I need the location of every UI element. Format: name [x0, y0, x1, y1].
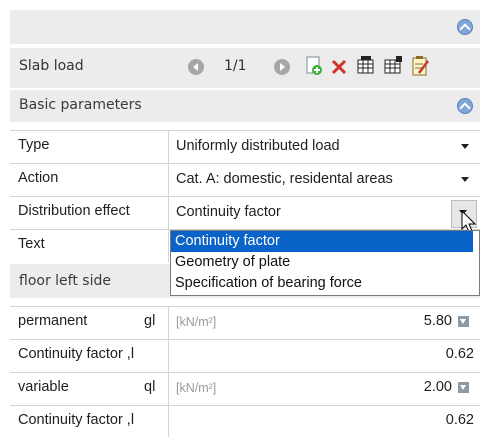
variable-value-input[interactable]: 2.00	[380, 379, 452, 395]
add-icon[interactable]	[304, 56, 324, 76]
chevron-down-icon[interactable]	[461, 144, 469, 149]
collapse-top-icon[interactable]	[457, 19, 473, 35]
divider	[10, 372, 480, 373]
permanent-symbol: gl	[144, 313, 156, 329]
delete-icon[interactable]	[330, 58, 348, 76]
top-header-band	[10, 10, 480, 44]
collapse-basic-icon[interactable]	[457, 98, 473, 114]
basic-parameters-title: Basic parameters	[19, 97, 142, 113]
divider	[10, 196, 480, 197]
prev-icon[interactable]	[187, 58, 205, 76]
table-insert-icon[interactable]	[356, 56, 376, 76]
continuity-factor-value[interactable]: 0.62	[380, 412, 474, 428]
edit-notes-icon[interactable]	[411, 55, 431, 77]
permanent-label: permanent	[18, 313, 88, 329]
dropdown-option[interactable]: Continuity factor	[171, 231, 473, 252]
divider	[10, 405, 480, 406]
distribution-effect-select[interactable]: Continuity factor	[176, 204, 281, 220]
continuity-factor-label: Continuity factor ,l	[18, 412, 135, 428]
distribution-effect-label: Distribution effect	[18, 203, 130, 219]
type-value-select[interactable]: Uniformly distributed load	[176, 138, 340, 154]
variable-unit: [kN/m²]	[176, 381, 217, 395]
next-icon[interactable]	[273, 58, 291, 76]
column-divider	[168, 306, 169, 437]
column-divider	[168, 130, 169, 262]
divider	[10, 163, 480, 164]
floor-left-side-title: floor left side	[19, 273, 111, 289]
dropdown-option[interactable]: Specification of bearing force	[171, 273, 473, 294]
dropdown-option[interactable]: Geometry of plate	[171, 252, 473, 273]
text-label: Text	[18, 236, 45, 252]
spin-down-icon[interactable]	[458, 382, 469, 393]
distribution-effect-dropdown-list: Continuity factor Geometry of plate Spec…	[170, 230, 480, 296]
divider	[10, 130, 480, 131]
spin-down-icon[interactable]	[458, 316, 469, 327]
variable-symbol: ql	[144, 379, 156, 395]
action-label: Action	[18, 170, 59, 186]
divider	[10, 339, 480, 340]
table-append-icon[interactable]	[383, 56, 403, 76]
chevron-down-icon[interactable]	[461, 177, 469, 182]
divider	[10, 306, 480, 307]
permanent-unit: [kN/m²]	[176, 315, 217, 329]
permanent-value-input[interactable]: 5.80	[380, 313, 452, 329]
pager-text: 1/1	[224, 58, 247, 74]
type-label: Type	[18, 137, 50, 153]
continuity-factor-value[interactable]: 0.62	[380, 346, 474, 362]
action-value-select[interactable]: Cat. A: domestic, residental areas	[176, 171, 393, 187]
continuity-factor-label: Continuity factor ,l	[18, 346, 135, 362]
variable-label: variable	[18, 379, 69, 395]
slab-load-label: Slab load	[19, 58, 84, 74]
